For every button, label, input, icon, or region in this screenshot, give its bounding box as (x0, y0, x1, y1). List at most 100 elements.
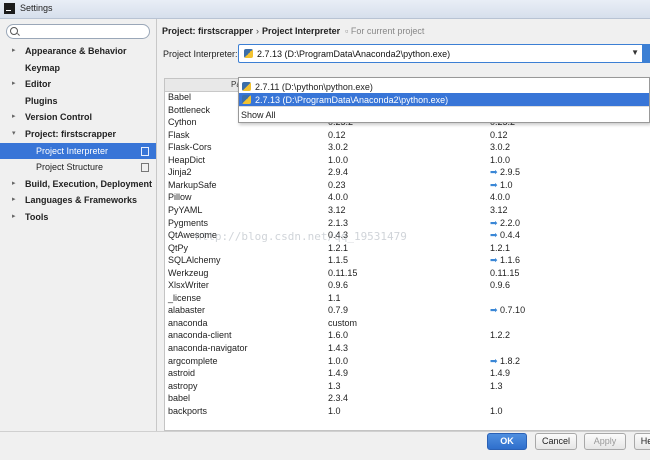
table-row[interactable]: Pygments 2.1.3 2.2.0 (165, 218, 650, 231)
table-row[interactable]: Flask 0.12 0.12 (165, 130, 650, 143)
package-name: HeapDict (168, 154, 206, 165)
package-name: Flask-Cors (168, 142, 212, 153)
chevron-right-icon: ▸ (12, 213, 16, 220)
table-row[interactable]: astroid 1.4.9 1.4.9 (165, 368, 650, 381)
interpreter-selected-value: 2.7.13 (D:\ProgramData\Anaconda2\python.… (257, 49, 451, 59)
ok-button[interactable]: OK (487, 433, 527, 450)
package-name: Babel (168, 92, 192, 102)
show-all-option[interactable]: Show All (241, 110, 276, 120)
package-version: 1.2.1 (328, 242, 349, 253)
package-version: 0.12 (328, 129, 346, 140)
table-row[interactable]: Pillow 4.0.0 4.0.0 (165, 192, 650, 205)
breadcrumb-note: ▫ For current project (343, 26, 424, 36)
table-row[interactable]: QtPy 1.2.1 1.2.1 (165, 243, 650, 256)
search-icon (10, 27, 18, 35)
table-row[interactable]: Flask-Cors 3.0.2 3.0.2 (165, 142, 650, 155)
package-name: astroid (168, 368, 196, 379)
help-button[interactable]: Help (634, 433, 650, 450)
package-version: 1.4.3 (328, 343, 349, 353)
sidebar-item-label: Project: firstscrapper (25, 129, 117, 139)
table-row[interactable]: XlsxWriter 0.9.6 0.9.6 (165, 280, 650, 293)
table-row[interactable]: anaconda custom (165, 318, 650, 331)
table-row[interactable]: _license 1.1 (165, 293, 650, 306)
package-name: argcomplete (168, 355, 218, 366)
package-name: Werkzeug (168, 267, 209, 278)
package-latest: 0.11.15 (490, 267, 520, 278)
package-version: 1.1 (328, 292, 341, 303)
table-row[interactable]: MarkupSafe 0.23 1.0 (165, 180, 650, 193)
package-version: 1.0 (328, 405, 341, 416)
package-name: anaconda-client (168, 330, 232, 341)
table-row[interactable]: Werkzeug 0.11.15 0.11.15 (165, 268, 650, 281)
table-row[interactable]: HeapDict 1.0.0 1.0.0 (165, 155, 650, 168)
watermark: http://blog.csdn.net/qq_19531479 (195, 230, 407, 243)
dropdown-option-label: 2.7.13 (D:\ProgramData\Anaconda2\python.… (255, 95, 449, 105)
chevron-right-icon: ▸ (12, 47, 16, 54)
package-latest: 0.7.10 (490, 305, 525, 316)
sidebar-item-label: Project Structure (36, 162, 104, 173)
package-version: 1.4.9 (328, 368, 349, 379)
window-title: Settings (20, 3, 53, 13)
table-row[interactable]: Jinja2 2.9.4 2.9.5 (165, 167, 650, 180)
python-icon (244, 49, 253, 58)
interpreter-label: Project Interpreter: (163, 49, 238, 59)
sidebar-item[interactable]: ▾ Project: firstscrapper (0, 126, 156, 142)
dropdown-option-selected[interactable]: 2.7.13 (D:\ProgramData\Anaconda2\python.… (239, 93, 649, 106)
breadcrumb-separator: › (256, 26, 260, 36)
package-latest: 1.4.9 (490, 368, 511, 379)
app-logo-icon (4, 3, 15, 14)
cancel-button[interactable]: Cancel (535, 433, 577, 450)
chevron-down-icon: ▾ (12, 130, 16, 137)
package-latest: 0.9.6 (490, 280, 511, 291)
package-latest: 1.3 (490, 380, 503, 391)
dropdown-option[interactable]: 2.7.11 (D:\python\python.exe) (239, 80, 649, 93)
package-name: Jinja2 (168, 167, 192, 178)
python-icon (242, 82, 251, 91)
sidebar-item[interactable]: Project Interpreter (0, 142, 156, 159)
search-field[interactable] (6, 24, 150, 39)
package-latest: 0.12 (490, 129, 508, 140)
package-version: 0.7.9 (328, 305, 349, 316)
table-row[interactable]: backports 1.0 1.0 (165, 406, 650, 419)
table-row[interactable]: SQLAlchemy 1.1.5 1.1.6 (165, 255, 650, 268)
package-latest: 1.2.1 (490, 242, 511, 253)
sidebar-item-label: Version Control (25, 112, 93, 123)
interpreter-select[interactable]: 2.7.13 (D:\ProgramData\Anaconda2\python.… (238, 44, 644, 63)
chevron-down-icon[interactable]: ▼ (631, 48, 639, 57)
copy-icon (141, 163, 149, 173)
table-row[interactable]: astropy 1.3 1.3 (165, 381, 650, 394)
package-name: Cython (168, 117, 197, 128)
table-row[interactable]: babel 2.3.4 (165, 393, 650, 406)
sidebar-item[interactable]: Project Structure (0, 159, 156, 175)
apply-button[interactable]: Apply (584, 433, 626, 450)
package-latest: 1.8.2 (490, 356, 520, 367)
package-latest: 3.12 (490, 204, 508, 215)
package-name: Pygments (168, 217, 209, 228)
package-name: anaconda-navigator (168, 343, 248, 353)
package-latest: 1.1.6 (490, 255, 520, 266)
table-row[interactable]: PyYAML 3.12 3.12 (165, 205, 650, 218)
sidebar-item[interactable]: ▸ Tools (0, 209, 156, 225)
sidebar-item[interactable]: ▸ Editor (0, 76, 156, 92)
table-row[interactable]: argcomplete 1.0.0 1.8.2 (165, 356, 650, 369)
package-name: backports (168, 405, 208, 416)
table-row[interactable]: anaconda-navigator 1.4.3 (165, 343, 650, 356)
sidebar-item[interactable]: ▸ Languages & Frameworks (0, 192, 156, 208)
python-icon (242, 95, 251, 104)
package-latest: 1.0.0 (490, 154, 511, 165)
package-version: 0.9.6 (328, 280, 349, 291)
sidebar-item[interactable]: ▸ Version Control (0, 109, 156, 125)
chevron-right-icon: ▸ (12, 80, 16, 88)
table-row[interactable]: alabaster 0.7.9 0.7.10 (165, 305, 650, 318)
package-name: alabaster (168, 305, 206, 316)
package-version: custom (328, 317, 358, 328)
sidebar-item[interactable]: ▸ Build, Execution, Deployment (0, 176, 156, 192)
copy-icon: ▫ (345, 26, 349, 36)
sidebar-item[interactable]: Plugins (0, 93, 156, 109)
table-row[interactable]: anaconda-client 1.6.0 1.2.2 (165, 330, 650, 343)
sidebar-item[interactable]: ▸ Appearance & Behavior (0, 43, 156, 59)
package-latest: 3.0.2 (490, 142, 511, 153)
package-name: SQLAlchemy (168, 255, 221, 266)
sidebar-item[interactable]: Keymap (0, 60, 156, 76)
package-latest: 1.0 (490, 405, 503, 416)
